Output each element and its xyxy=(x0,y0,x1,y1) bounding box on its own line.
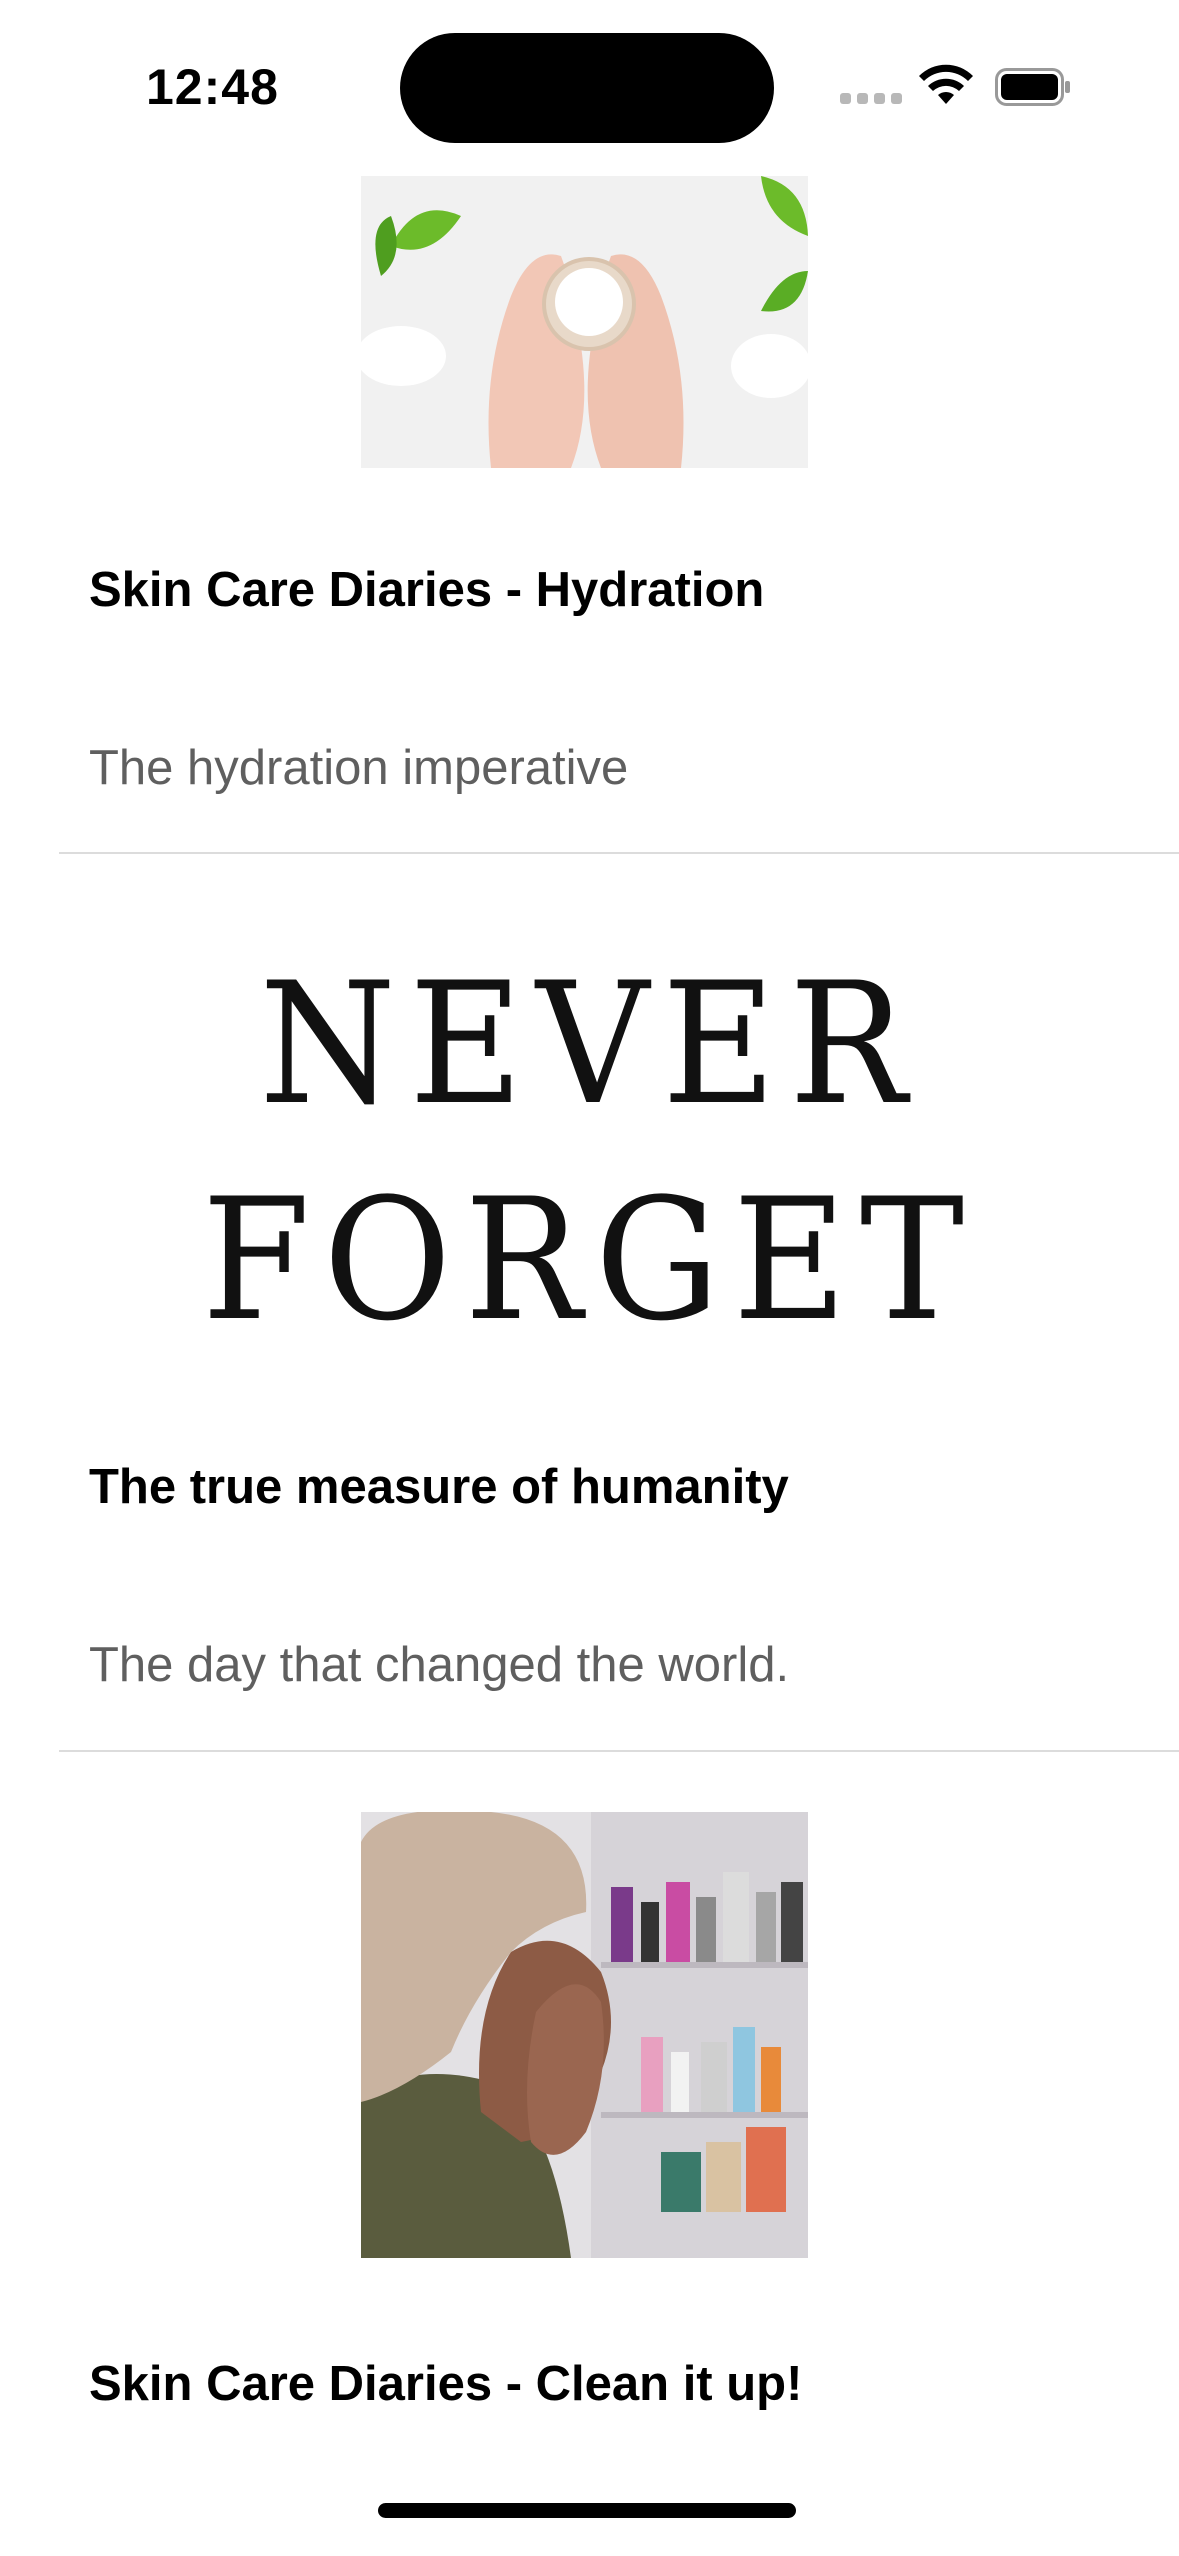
woman-with-towel-washing-face-photo xyxy=(361,1812,808,2258)
home-indicator[interactable] xyxy=(378,2503,796,2518)
card-title: Skin Care Diaries - Clean it up! xyxy=(89,2357,803,2411)
list-item[interactable]: Skin Care Diaries - Clean it up! xyxy=(0,0,1179,2556)
